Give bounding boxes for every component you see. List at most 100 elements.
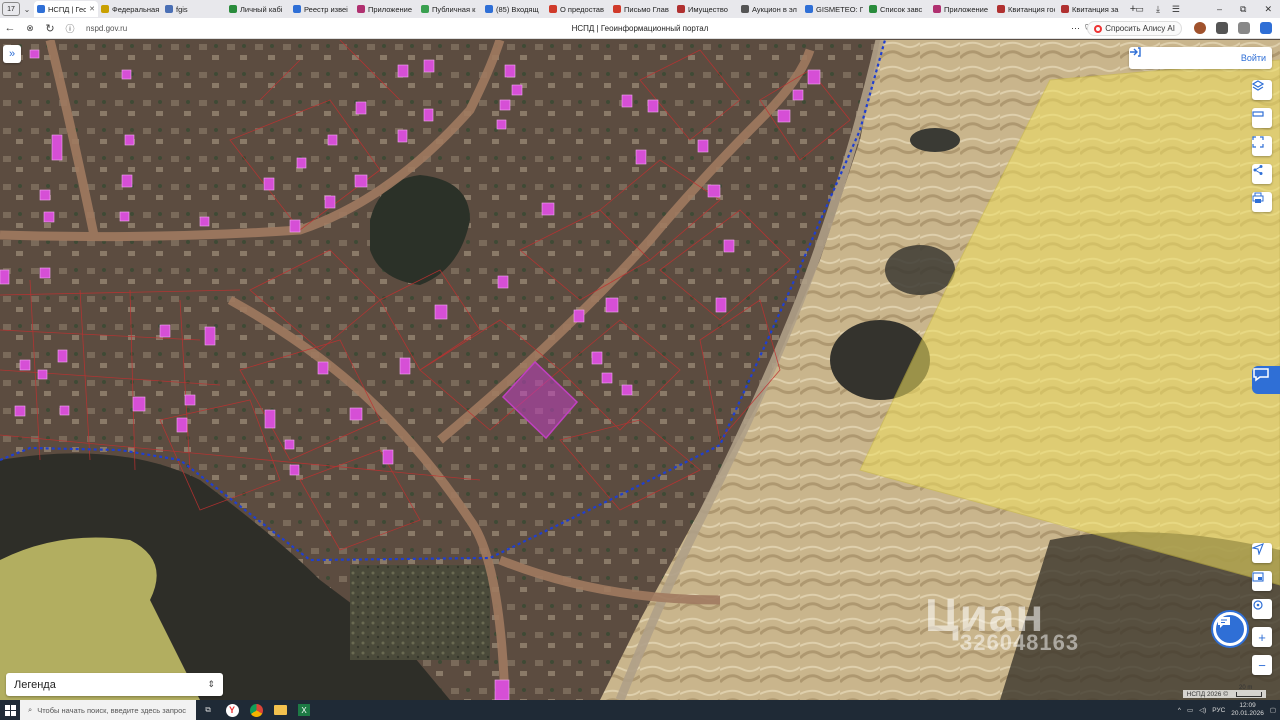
browser-tab[interactable]: О предостав (546, 1, 610, 17)
notifications-icon[interactable]: ▢ (1270, 706, 1276, 714)
tab-favicon-icon (549, 5, 557, 13)
chat-button[interactable] (1213, 612, 1247, 646)
tab-title: Имущество (688, 4, 728, 14)
restore-icon[interactable]: ⧉ (1240, 4, 1246, 15)
back-arrow-icon[interactable]: ← (0, 22, 20, 34)
tab-favicon-icon (613, 5, 621, 13)
zoom-in-button[interactable]: + (1252, 627, 1272, 647)
chevron-updown-icon: ⇕ (207, 679, 215, 689)
url-field[interactable]: nspd.gov.ru (86, 24, 127, 33)
chrome-icon[interactable] (244, 700, 268, 720)
tab-title: Список завс (880, 4, 923, 14)
tab-title: НСПД | Гео (48, 4, 87, 14)
tab-title: О предостав (560, 4, 604, 14)
select-area-button[interactable] (1252, 136, 1272, 156)
tab-close-icon[interactable]: ✕ (89, 5, 95, 13)
reload-icon[interactable]: ↻ (40, 22, 60, 35)
browser-tab[interactable]: Письмо Глав (610, 1, 674, 17)
taskbar-search[interactable]: ⌕ Чтобы начать поиск, введите здесь запр… (20, 700, 196, 720)
tab-favicon-icon (997, 5, 1005, 13)
browser-tab[interactable]: (85) Входящ (482, 1, 546, 17)
browser-tab[interactable]: Федеральная (98, 1, 162, 17)
site-info-icon[interactable]: ⊗ (20, 23, 40, 34)
watermark-number: 326048163 (960, 630, 1080, 655)
measure-button[interactable] (1252, 108, 1272, 128)
login-label: Войти (1240, 53, 1266, 63)
close-window-icon[interactable]: ✕ (1264, 4, 1272, 15)
pool (910, 128, 960, 152)
browser-tab[interactable]: Аукцион в эл (738, 1, 802, 17)
menu-icon[interactable]: ☰ (1172, 4, 1180, 15)
browser-tab[interactable]: Приложение (354, 1, 418, 17)
browser-tab[interactable]: Имущество (674, 1, 738, 17)
navigation-arrow-icon (1252, 543, 1264, 555)
volume-icon[interactable]: ◁) (1199, 706, 1206, 714)
network-icon[interactable]: ▭ (1187, 706, 1193, 714)
help-button[interactable] (1252, 366, 1280, 394)
file-explorer-icon[interactable] (268, 700, 292, 720)
ask-alisa-label: Спросить Алису AI (1105, 24, 1175, 33)
zoom-out-button[interactable]: − (1252, 655, 1272, 675)
sidebar-expand-button[interactable]: » (3, 45, 21, 63)
browser-tab[interactable]: Квитанция гос (994, 1, 1058, 17)
share-button[interactable] (1252, 164, 1272, 184)
satellite-map[interactable] (0, 40, 1280, 700)
browser-tab[interactable]: Квитанция за (1058, 1, 1122, 17)
basemap-button[interactable] (1252, 571, 1272, 591)
login-button[interactable]: Войти (1129, 47, 1272, 69)
browser-tab[interactable]: Публичная к (418, 1, 482, 17)
tab-title: GISMETEO: П (816, 4, 863, 14)
basemap-icon (1252, 572, 1264, 582)
browser-tab[interactable]: Приложение (930, 1, 994, 17)
browser-tab[interactable]: Личный кабі (226, 1, 290, 17)
browser-tab[interactable]: Список завс (866, 1, 930, 17)
tab-count-badge[interactable]: 17 (2, 2, 20, 16)
address-bar: ← ⊗ ↻ ⓘ nspd.gov.ru НСПД | Геоинформацио… (0, 18, 1280, 39)
clock-date: 20.01.2026 (1231, 710, 1264, 717)
tab-list-chevron-icon[interactable]: ⌄ (20, 5, 34, 14)
scale-line: 20 m (1236, 685, 1262, 697)
clock[interactable]: 12:09 20.01.2026 (1231, 702, 1264, 718)
tray-expand-icon[interactable]: ^ (1178, 707, 1181, 714)
task-view-icon[interactable]: ⧉ (196, 700, 220, 720)
browser-tab[interactable]: fgis (162, 1, 226, 17)
tab-favicon-icon (869, 5, 877, 13)
browser-tab[interactable]: GISMETEO: П (802, 1, 866, 17)
minimize-icon[interactable]: – (1217, 4, 1222, 14)
legend-dropdown[interactable]: Легенда ⇕ (6, 673, 223, 696)
ask-alisa-button[interactable]: Спросить Алису AI (1087, 21, 1182, 36)
browser-tab[interactable]: НСПД | Гео ✕ (34, 1, 98, 17)
tab-favicon-icon (357, 5, 365, 13)
tab-favicon-icon (101, 5, 109, 13)
security-icon[interactable]: ⓘ (60, 22, 80, 35)
chat-bubble-icon (1218, 617, 1230, 628)
tab-title: Приложение (368, 4, 412, 14)
extension-icon[interactable] (1194, 22, 1206, 34)
yandex-browser-icon[interactable]: Y (220, 700, 244, 720)
tab-favicon-icon (293, 5, 301, 13)
attribution-text: НСПД 2026 © (1186, 690, 1228, 698)
browser-tab-strip: 17 ⌄ НСПД | Гео ✕ Федеральная fgis Личный ка… (0, 0, 1280, 18)
extension-icon[interactable] (1216, 22, 1228, 34)
extension-icon[interactable] (1238, 22, 1250, 34)
tab-title: Реестр извеі (304, 4, 348, 14)
plus-icon: + (1258, 629, 1266, 645)
start-button[interactable] (0, 700, 20, 720)
browser-tab[interactable]: Реестр извеі (290, 1, 354, 17)
downloads-icon[interactable]: ⤓ (1156, 4, 1160, 15)
bookmark-collection-icon[interactable]: ▭ (1135, 4, 1144, 15)
download-icon[interactable] (1260, 22, 1272, 34)
search-placeholder: Чтобы начать поиск, введите здесь запрос (37, 705, 186, 715)
print-button[interactable] (1252, 192, 1272, 212)
locate-button[interactable] (1252, 543, 1272, 563)
map-view[interactable]: » Войти + − Циан 326048163 Легенда ⇕ НСП… (0, 40, 1280, 700)
tab-title: Приложение (944, 4, 988, 14)
scale-label: 20 m (1239, 684, 1253, 691)
language-indicator[interactable]: РУС (1212, 707, 1225, 714)
more-dots-icon[interactable]: ⋯ (1071, 23, 1080, 34)
help-chat-icon (1253, 368, 1269, 382)
tab-favicon-icon (741, 5, 749, 13)
excel-icon[interactable]: X (292, 700, 316, 720)
layers-button[interactable] (1252, 80, 1272, 100)
search-location-button[interactable] (1252, 599, 1272, 619)
